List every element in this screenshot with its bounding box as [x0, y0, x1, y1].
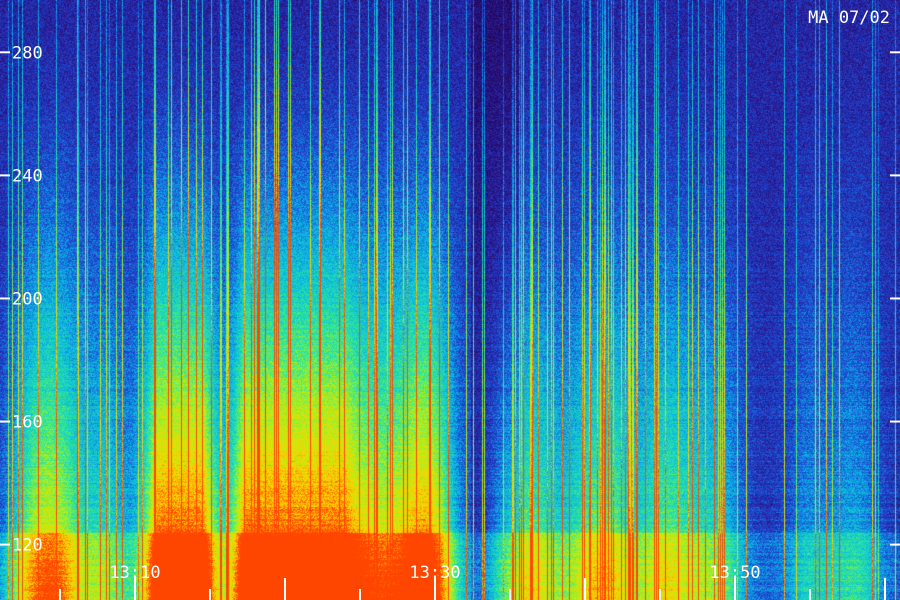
- y-tick-label: 280: [12, 43, 43, 63]
- spectrogram-chart: 280 240 200 160 120 13:10 13:30 13:50 MA 07/02: [0, 0, 900, 600]
- chart-title: MA 07/02: [808, 8, 890, 28]
- y-axis-right: [890, 51, 900, 546]
- x-tick-label: 13:10: [109, 563, 160, 583]
- y-tick-label: 200: [12, 289, 43, 309]
- y-tick-label: 240: [12, 166, 43, 186]
- axes-overlay: 280 240 200 160 120 13:10 13:30 13:50 MA 07/02: [0, 8, 900, 600]
- x-tick-label: 13:30: [409, 563, 460, 583]
- y-axis-left: 280 240 200 160 120: [0, 43, 43, 556]
- x-tick-label: 13:50: [709, 563, 760, 583]
- y-tick-label: 160: [12, 413, 43, 433]
- x-axis: 13:10 13:30 13:50: [59, 563, 886, 600]
- y-tick-label: 120: [12, 536, 43, 556]
